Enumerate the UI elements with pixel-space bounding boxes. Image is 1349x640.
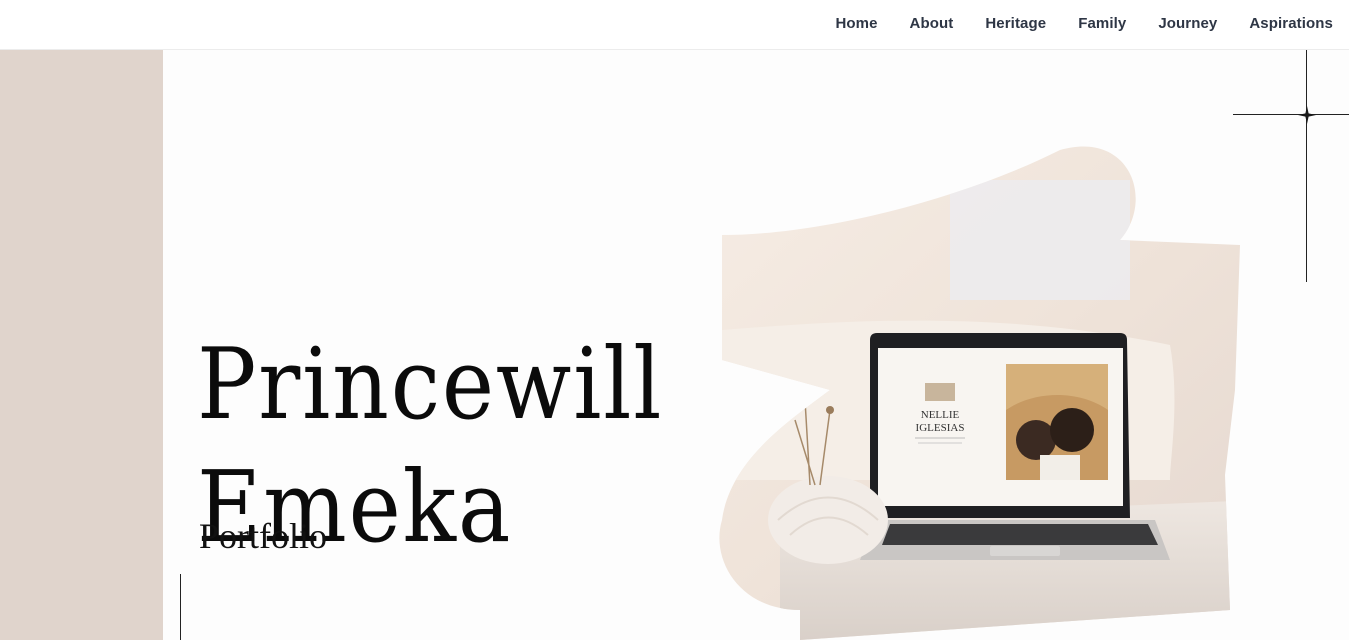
left-vertical-rule xyxy=(180,574,181,640)
nav-about[interactable]: About xyxy=(910,15,954,32)
hero-first-name: Princewill xyxy=(197,327,664,442)
main-nav: Home About Heritage Family Journey Aspir… xyxy=(835,0,1333,46)
nav-heritage[interactable]: Heritage xyxy=(985,15,1046,32)
nav-journey[interactable]: Journey xyxy=(1158,15,1217,32)
screen-title-line2: IGLESIAS xyxy=(916,422,965,434)
nav-aspirations[interactable]: Aspirations xyxy=(1249,15,1333,32)
screen-title-line1: NELLIE xyxy=(921,409,960,421)
top-navigation-bar: Home About Heritage Family Journey Aspir… xyxy=(0,0,1349,50)
sparkle-star-icon xyxy=(1298,106,1316,124)
sparkle-horizontal-line xyxy=(1233,114,1349,115)
nav-home[interactable]: Home xyxy=(835,15,877,32)
hero-subtitle: Portfolio xyxy=(199,516,328,556)
sparkle-vertical-line xyxy=(1306,50,1307,282)
portfolio-page: Home About Heritage Family Journey Aspir… xyxy=(0,0,1349,640)
nav-family[interactable]: Family xyxy=(1078,15,1126,32)
left-decorative-band xyxy=(0,50,163,640)
hero-laptop-image: NELLIE IGLESIAS xyxy=(719,146,1241,640)
